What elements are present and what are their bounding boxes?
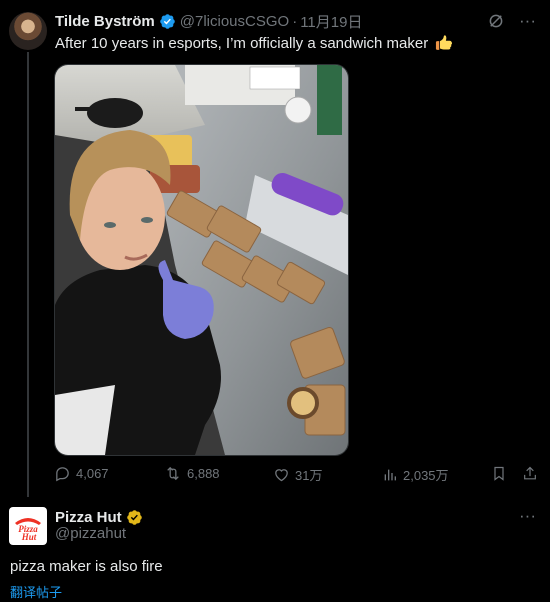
author-name[interactable]: Tilde Byström (55, 13, 155, 30)
views-count: 2,035万 (403, 468, 449, 483)
share-icon (524, 466, 536, 480)
reply-text: pizza maker is also fire (10, 558, 163, 575)
separator-dot: · (292, 12, 298, 30)
reply-icon (56, 467, 69, 482)
tweet-text-body: After 10 years in esports, I’m officiall… (55, 35, 429, 52)
thumbs-up-emoji-icon (436, 35, 453, 50)
bookmark-icon (494, 466, 504, 481)
tweet-text: After 10 years in esports, I’m officiall… (55, 34, 453, 54)
like-count: 31万 (295, 468, 323, 483)
views-icon (384, 469, 396, 480)
tweet-top-actions: ··· (487, 12, 536, 30)
repost-icon (167, 466, 179, 481)
author-handle[interactable]: @7liciousCSGO (180, 13, 289, 30)
reply-button[interactable]: 4,067 (54, 465, 109, 482)
pizza-hut-logo: Pizza Hut (15, 518, 41, 541)
repost-button[interactable]: 6,888 (164, 465, 220, 482)
tweet-photo[interactable] (54, 64, 349, 456)
bookmark-button[interactable] (491, 465, 507, 482)
reply-author-name[interactable]: Pizza Hut (55, 509, 122, 526)
reply-count: 4,067 (76, 466, 109, 481)
pizza-hut-avatar[interactable]: Pizza Hut (9, 507, 47, 545)
gold-verified-badge-icon (126, 509, 142, 525)
reply-header: Pizza Hut (55, 507, 143, 527)
tweet-actions: 4,067 6,888 31万 2,035万 (54, 465, 544, 485)
grok-icon[interactable] (487, 12, 505, 30)
reply-more-icon[interactable]: ··· (519, 506, 536, 526)
pizza-hut-logo-text-bottom: Hut (21, 532, 37, 541)
verified-badge-icon (159, 13, 175, 29)
photo-illustration (55, 65, 348, 455)
thread-connector-line (27, 52, 29, 497)
like-icon (275, 469, 288, 482)
translate-post-link[interactable]: 翻译帖子 (10, 582, 62, 601)
like-button[interactable]: 31万 (273, 465, 322, 484)
more-icon[interactable]: ··· (519, 12, 536, 30)
share-button[interactable] (522, 465, 538, 482)
repost-count: 6,888 (187, 466, 220, 481)
views-button[interactable]: 2,035万 (382, 465, 449, 484)
tweet-date[interactable]: 11月19日 (300, 11, 362, 32)
reply-author-handle[interactable]: @pizzahut (55, 525, 126, 542)
tweet-header: Tilde Byström @7liciousCSGO · 11月19日 (55, 11, 362, 31)
avatar[interactable] (9, 12, 47, 50)
